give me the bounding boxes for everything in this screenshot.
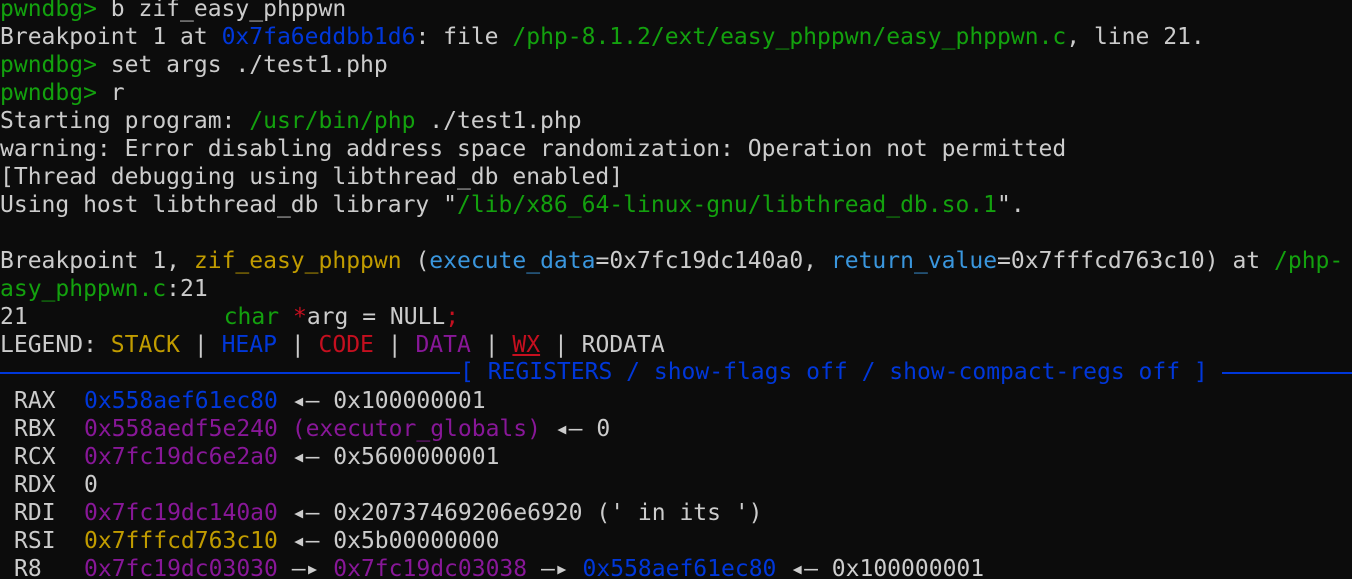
register-arrow: ◂—	[277, 528, 334, 554]
command-text: b zif_easy_phppwn	[96, 0, 347, 22]
registers-separator-left	[0, 372, 460, 374]
register-value: 0x100000001	[333, 388, 486, 414]
legend-divider: |	[470, 332, 513, 358]
legend-divider: |	[276, 332, 319, 358]
source-file-path: asy_phppwn.c	[0, 276, 167, 302]
host-lib-line: Using host libthread_db library "/lib/x8…	[0, 191, 1025, 219]
program-path: /usr/bin/php	[249, 108, 416, 134]
source-line-number: 21	[0, 304, 28, 330]
prompt: pwndbg>	[0, 80, 97, 106]
breakpoint-hit-line: Breakpoint 1, zif_easy_phppwn (execute_d…	[0, 247, 1343, 275]
code-pointer-star: *	[292, 304, 307, 330]
register-address: 0x7fc19dc03030	[84, 556, 278, 579]
legend-code: CODE	[318, 332, 374, 358]
breakpoint-hit-continuation: asy_phppwn.c:21	[0, 275, 208, 303]
register-address: 0x558aef61ec80	[84, 388, 278, 414]
register-row-rcx: RCX 0x7fc19dc6e2a0 ◂— 0x5600000001	[0, 443, 499, 471]
param-name: execute_data	[429, 248, 596, 274]
registers-separator-right	[1222, 372, 1352, 374]
param-value: =0x7fc19dc140a0,	[595, 248, 831, 274]
legend-divider: |	[540, 332, 582, 358]
register-address: 0x7fffcd763c10	[84, 528, 278, 554]
source-code-line: 21 char *arg = NULL;	[0, 303, 459, 331]
command-text: r	[96, 80, 125, 106]
code-statement: arg = NULL	[306, 304, 446, 330]
command-text: set args ./test1.php	[96, 52, 388, 78]
breakpoint-address: 0x7fa6eddbb1d6	[221, 24, 416, 50]
register-arrow: ◂—	[540, 416, 597, 442]
register-row-rdx: RDX 0	[0, 471, 98, 499]
legend-divider: |	[180, 332, 222, 358]
register-arrow: ◂—	[277, 388, 334, 414]
host-lib-prefix: Using host libthread_db library "	[0, 192, 457, 218]
warning-line: warning: Error disabling address space r…	[0, 136, 1067, 162]
legend-rodata: RODATA	[581, 332, 665, 358]
source-file-path: /php-	[1274, 248, 1344, 274]
legend-line: LEGEND: STACK | HEAP | CODE | DATA | WX …	[0, 331, 665, 359]
register-value: 0x5600000001	[333, 444, 500, 470]
legend-stack: STACK	[110, 332, 181, 358]
line-number: :21	[166, 276, 208, 302]
starting-prefix: Starting program:	[0, 108, 250, 134]
register-address: 0x7fc19dc140a0	[84, 500, 278, 526]
source-file-path: /php-8.1.2/ext/easy_phppwn/easy_phppwn.c	[512, 24, 1067, 50]
register-address: 0x7fc19dc6e2a0	[84, 444, 278, 470]
param-value: =0x7fffcd763c10) at	[997, 248, 1274, 274]
register-value: 0	[596, 416, 611, 442]
register-name: R8	[14, 556, 42, 579]
register-name: RSI	[14, 528, 56, 554]
breakpoint-mid: : file	[415, 24, 513, 50]
register-row-rax: RAX 0x558aef61ec80 ◂— 0x100000001	[0, 387, 486, 415]
paren-open: (	[401, 248, 430, 274]
register-value: 0	[84, 472, 98, 498]
register-row-r8: R8 0x7fc19dc03030 —▸ 0x7fc19dc03038 —▸ 0x…	[0, 555, 984, 579]
legend-divider: |	[373, 332, 416, 358]
register-arrow: —▸	[527, 556, 583, 579]
param-name: return_value	[830, 248, 998, 274]
register-address: 0x558aedf5e240	[84, 416, 278, 442]
register-value: 0x20737469206e6920 (' in its ')	[333, 500, 763, 526]
host-lib-path: /lib/x86_64-linux-gnu/libthread_db.so.1	[456, 192, 998, 218]
terminal-window[interactable]: pwndbg> b zif_easy_phppwn Breakpoint 1 a…	[0, 0, 1352, 579]
register-name: RCX	[14, 444, 56, 470]
function-name: zif_easy_phppwn	[193, 248, 402, 274]
register-name: RDI	[14, 500, 56, 526]
command-line: pwndbg> set args ./test1.php	[0, 51, 388, 79]
register-arrow: ◂—	[277, 500, 334, 526]
register-value: 0x100000001	[831, 556, 985, 579]
legend-heap: HEAP	[221, 332, 277, 358]
prompt: pwndbg>	[0, 52, 97, 78]
register-name: RAX	[14, 388, 56, 414]
register-value: 0x5b00000000	[333, 528, 500, 554]
breakpoint-prefix: Breakpoint 1 at	[0, 24, 222, 50]
legend-data: DATA	[415, 332, 471, 358]
legend-label: LEGEND:	[0, 332, 111, 358]
code-type: char	[223, 304, 280, 330]
command-line: pwndbg> b zif_easy_phppwn	[0, 0, 346, 23]
register-row-rdi: RDI 0x7fc19dc140a0 ◂— 0x20737469206e6920 …	[0, 499, 763, 527]
register-row-rbx: RBX 0x558aedf5e240 (executor_globals) ◂— …	[0, 415, 610, 443]
register-symbol: (executor_globals)	[277, 416, 541, 442]
command-line: pwndbg> r	[0, 79, 125, 107]
code-semicolon: ;	[445, 304, 460, 330]
program-args: ./test1.php	[415, 108, 582, 134]
breakpoint-suffix: , line 21.	[1066, 24, 1205, 50]
register-address: 0x7fc19dc03038	[333, 556, 528, 579]
register-name: RDX	[14, 472, 56, 498]
legend-wx: WX	[512, 332, 541, 358]
register-arrow: ◂—	[776, 556, 832, 579]
starting-program-line: Starting program: /usr/bin/php ./test1.p…	[0, 107, 582, 135]
register-row-rsi: RSI 0x7fffcd763c10 ◂— 0x5b00000000	[0, 527, 499, 555]
thread-debug-line: [Thread debugging using libthread_db ena…	[0, 164, 624, 190]
breakpoint-set-line: Breakpoint 1 at 0x7fa6eddbb1d6: file /ph…	[0, 23, 1205, 51]
register-arrow: ◂—	[277, 444, 334, 470]
breakpoint-hit-prefix: Breakpoint 1,	[0, 248, 194, 274]
prompt: pwndbg>	[0, 0, 97, 22]
register-arrow: —▸	[277, 556, 334, 579]
register-address: 0x558aef61ec80	[582, 556, 777, 579]
host-lib-suffix: ".	[997, 192, 1025, 218]
register-name: RBX	[14, 416, 56, 442]
registers-header: [ REGISTERS / show-flags off / show-comp…	[460, 358, 1208, 386]
